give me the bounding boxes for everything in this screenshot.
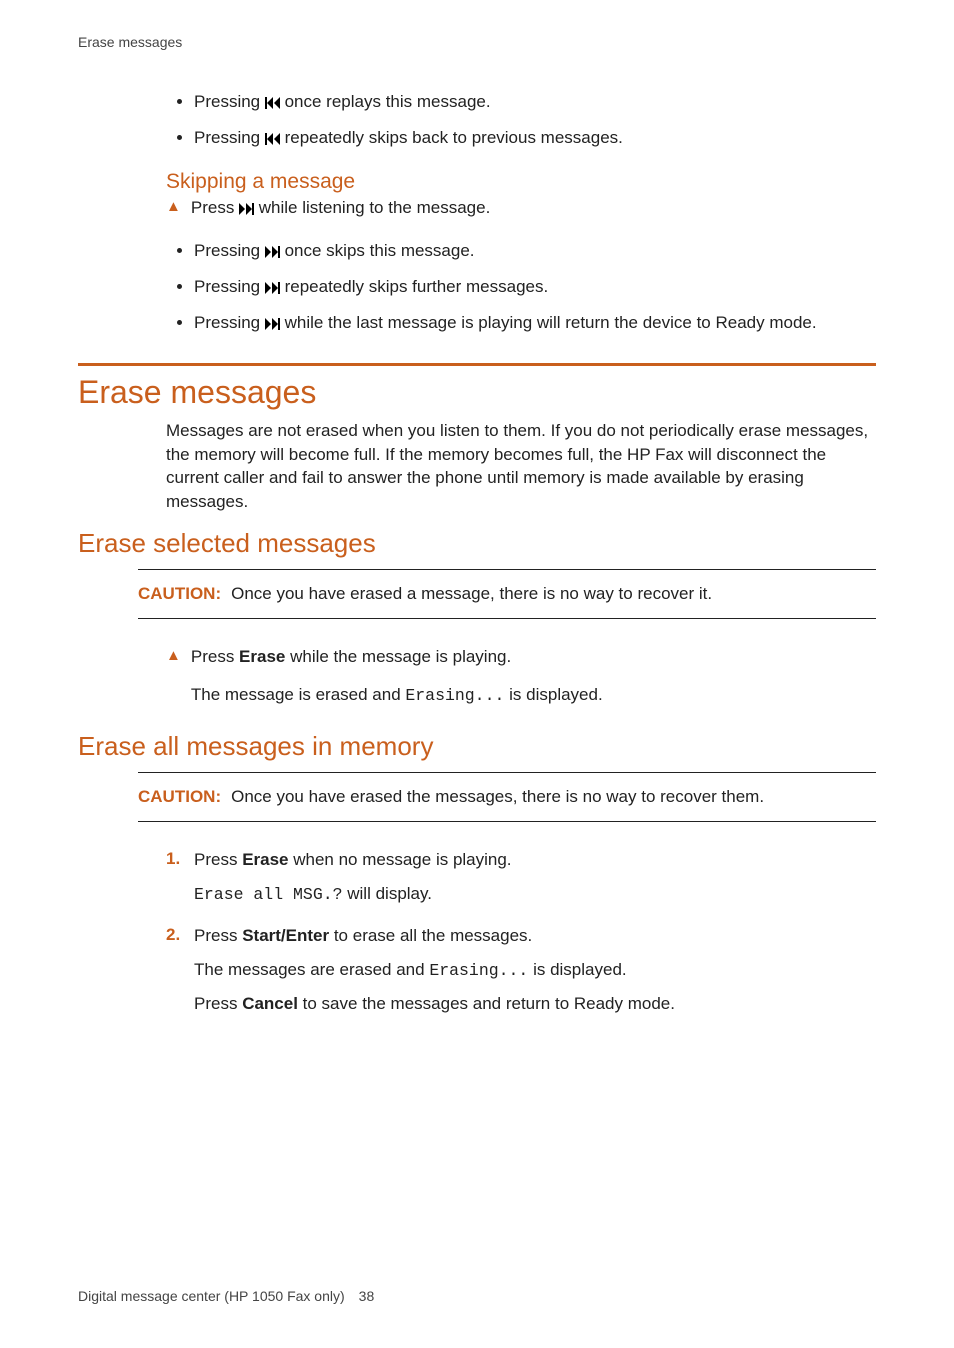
text: while the message is playing. <box>285 647 511 666</box>
rewind-icon <box>265 128 280 152</box>
page-footer: Digital message center (HP 1050 Fax only… <box>78 1288 374 1304</box>
section-rule <box>78 363 876 366</box>
display-text: Erasing... <box>405 686 504 705</box>
erase-messages-paragraph: Messages are not erased when you listen … <box>166 419 876 514</box>
text: while the last message is playing will r… <box>280 313 817 332</box>
text: Press <box>191 198 239 217</box>
text: Press <box>194 994 242 1013</box>
forward-icon <box>265 241 280 265</box>
text: Pressing <box>194 241 265 260</box>
text: to erase all the messages. <box>329 926 532 945</box>
erase-selected-heading: Erase selected messages <box>78 528 876 559</box>
erase-all-step-2: 2. Press Start/Enter to erase all the me… <box>166 924 876 1026</box>
display-text: Erasing... <box>429 961 528 980</box>
text: Pressing <box>194 128 265 147</box>
step-number: 1. <box>166 848 184 870</box>
caution-box-all: CAUTION: Once you have erased the message… <box>138 772 876 822</box>
text: The messages are erased and <box>194 960 429 979</box>
skipping-step: ▲ Press while listening to the message. <box>166 196 876 232</box>
triangle-icon: ▲ <box>166 196 181 218</box>
text: repeatedly skips back to previous messag… <box>280 128 623 147</box>
text: once skips this message. <box>280 241 475 260</box>
caution-box-selected: CAUTION: Once you have erased a message, … <box>138 569 876 619</box>
text: Press <box>191 647 239 666</box>
text: repeatedly skips further messages. <box>280 277 548 296</box>
footer-chapter: Digital message center (HP 1050 Fax only… <box>78 1288 345 1304</box>
forward-icon <box>265 277 280 301</box>
text: is displayed. <box>528 960 626 979</box>
list-item: Pressing once replays this message. <box>194 90 876 116</box>
text: to save the messages and return to Ready… <box>298 994 675 1013</box>
text: Pressing <box>194 313 265 332</box>
running-header: Erase messages <box>78 34 876 50</box>
step-number: 2. <box>166 924 184 946</box>
list-item: Pressing repeatedly skips back to previo… <box>194 126 876 152</box>
start-enter-button-ref: Start/Enter <box>242 926 329 945</box>
skipping-heading: Skipping a message <box>166 170 876 194</box>
text: will display. <box>343 884 432 903</box>
erase-messages-heading: Erase messages <box>78 374 876 411</box>
text: Press <box>194 850 242 869</box>
forward-icon <box>239 198 254 222</box>
triangle-icon: ▲ <box>166 645 181 667</box>
text: Pressing <box>194 92 265 111</box>
text: Press <box>194 926 242 945</box>
replay-bullets: Pressing once replays this message. Pres… <box>166 90 876 152</box>
text: The message is erased and <box>191 685 406 704</box>
list-item: Pressing repeatedly skips further messag… <box>194 275 876 301</box>
erase-selected-step: ▲ Press Erase while the message is playi… <box>166 645 876 717</box>
erase-button-ref: Erase <box>242 850 288 869</box>
caution-label: CAUTION: <box>138 787 221 806</box>
erase-button-ref: Erase <box>239 647 285 666</box>
list-item: Pressing once skips this message. <box>194 239 876 265</box>
caution-text: Once you have erased a message, there is… <box>231 584 712 603</box>
forward-icon <box>265 313 280 337</box>
text: while listening to the message. <box>254 198 490 217</box>
rewind-icon <box>265 92 280 116</box>
caution-label: CAUTION: <box>138 584 221 603</box>
text: when no message is playing. <box>289 850 512 869</box>
display-text: Erase all MSG.? <box>194 885 343 904</box>
text: Pressing <box>194 277 265 296</box>
page-number: 38 <box>359 1288 375 1304</box>
list-item: Pressing while the last message is playi… <box>194 311 876 337</box>
caution-text: Once you have erased the messages, there… <box>231 787 764 806</box>
erase-all-step-1: 1. Press Erase when no message is playin… <box>166 848 876 916</box>
cancel-button-ref: Cancel <box>242 994 298 1013</box>
skipping-bullets: Pressing once skips this message. Pressi… <box>166 239 876 336</box>
text: is displayed. <box>504 685 602 704</box>
text: once replays this message. <box>280 92 491 111</box>
erase-all-heading: Erase all messages in memory <box>78 731 876 762</box>
